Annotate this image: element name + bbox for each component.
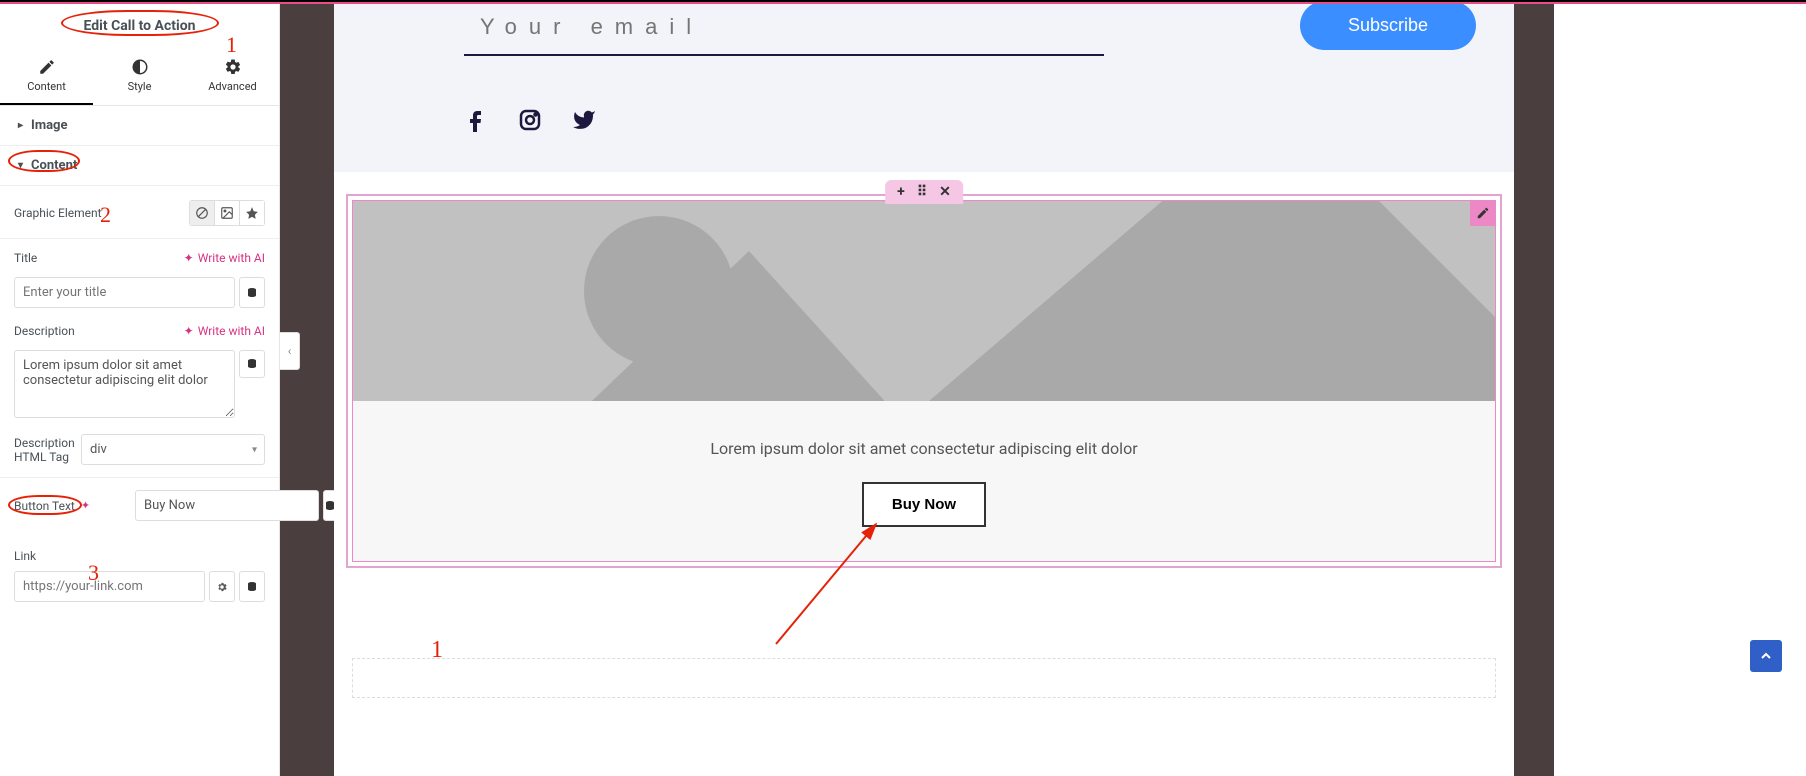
section-image-label: Image xyxy=(31,118,67,133)
database-icon xyxy=(246,580,258,594)
graphic-image-option[interactable] xyxy=(214,200,240,226)
annotation-canvas-1: 1 xyxy=(431,637,443,664)
tab-style-label: Style xyxy=(93,80,186,93)
graphic-element-toggle xyxy=(189,200,265,226)
scroll-to-top-button[interactable] xyxy=(1750,640,1782,672)
database-icon xyxy=(246,286,258,300)
right-gutter xyxy=(1514,4,1554,776)
sidebar-collapse-handle[interactable]: ‹ xyxy=(280,332,300,370)
desc-html-tag-label: Description HTML Tag xyxy=(14,436,81,464)
gear-icon xyxy=(224,58,242,76)
caret-down-icon: ▾ xyxy=(18,160,23,171)
twitter-icon[interactable] xyxy=(572,108,596,132)
cta-placeholder-image xyxy=(353,201,1495,401)
contrast-icon xyxy=(131,58,149,76)
section-image[interactable]: ▸ Image xyxy=(0,106,279,146)
graphic-icon-option[interactable] xyxy=(239,200,265,226)
widget-close-button[interactable]: ✕ xyxy=(939,184,951,200)
link-settings-button[interactable] xyxy=(209,571,235,602)
instagram-icon[interactable] xyxy=(518,108,542,132)
sparkle-icon: ✦ xyxy=(184,251,194,265)
widget-drag-handle[interactable]: ⠿ xyxy=(917,184,927,200)
description-textarea[interactable]: Lorem ipsum dolor sit amet consectetur a… xyxy=(14,350,235,418)
title-input[interactable] xyxy=(14,277,235,308)
link-dynamic-button[interactable] xyxy=(239,571,265,602)
editor-sidebar: Edit Call to Action 1 Content Style Adva… xyxy=(0,4,280,776)
tab-content-label: Content xyxy=(0,80,93,93)
section-content-label: Content xyxy=(31,158,77,173)
placeholder-graphic xyxy=(353,201,1495,401)
pencil-icon xyxy=(38,58,56,76)
widget-toolbar: + ⠿ ✕ xyxy=(885,180,963,204)
tab-style[interactable]: Style xyxy=(93,50,186,105)
annotation-3: 3 xyxy=(88,560,99,586)
title-label: Title xyxy=(14,251,37,265)
write-with-ai-desc[interactable]: ✦ Write with AI xyxy=(184,324,265,338)
graphic-element-label: Graphic Element xyxy=(14,206,102,220)
tab-advanced-label: Advanced xyxy=(186,80,279,93)
widget-add-button[interactable]: + xyxy=(897,184,905,200)
image-icon xyxy=(220,206,234,220)
link-input[interactable] xyxy=(14,571,205,602)
cta-widget-inner: 1 Lorem ipsum dolor sit amet consectetur… xyxy=(352,200,1496,562)
none-icon xyxy=(195,206,209,220)
desc-dynamic-button[interactable] xyxy=(239,350,265,378)
section-content[interactable]: ▾ Content xyxy=(0,146,279,186)
cta-body: 1 Lorem ipsum dolor sit amet consectetur… xyxy=(353,401,1495,561)
star-icon xyxy=(245,206,259,220)
caret-right-icon: ▸ xyxy=(18,120,23,131)
annotation-2: 2 xyxy=(100,202,111,228)
link-label: Link xyxy=(14,549,265,563)
description-label: Description xyxy=(14,324,75,338)
database-icon xyxy=(246,357,258,371)
cta-description: Lorem ipsum dolor sit amet consectetur a… xyxy=(373,439,1475,458)
widget-edit-button[interactable] xyxy=(1470,200,1496,226)
write-with-ai-title[interactable]: ✦ Write with AI xyxy=(184,251,265,265)
button-text-input[interactable] xyxy=(135,490,319,521)
preview-canvas: Subscribe + ⠿ ✕ xyxy=(334,4,1514,776)
gear-icon xyxy=(216,581,228,593)
cta-widget[interactable]: 1 Lorem ipsum dolor sit amet consectetur… xyxy=(346,194,1502,568)
email-input[interactable] xyxy=(464,4,1104,56)
empty-drop-zone[interactable] xyxy=(352,658,1496,698)
sidebar-title: Edit Call to Action xyxy=(0,4,279,50)
sparkle-icon: ✦ xyxy=(184,324,194,338)
facebook-icon[interactable] xyxy=(464,108,488,132)
tab-advanced[interactable]: Advanced xyxy=(186,50,279,105)
pencil-icon xyxy=(1476,206,1490,220)
title-dynamic-button[interactable] xyxy=(239,277,265,308)
graphic-none-option[interactable] xyxy=(189,200,215,226)
sparkle-mini-icon: ✦ xyxy=(81,499,90,512)
social-icons xyxy=(464,108,1384,132)
tab-content[interactable]: Content xyxy=(0,50,93,105)
cta-widget-wrap: + ⠿ ✕ 1 Lorem ipsum dolor s xyxy=(346,194,1502,568)
sidebar-title-text: Edit Call to Action xyxy=(84,18,196,34)
buy-now-button[interactable]: Buy Now xyxy=(862,482,986,527)
button-text-label: Button Text xyxy=(14,499,75,513)
content-section-body: Graphic Element Title ✦ Write with AI xyxy=(0,186,279,622)
sidebar-tabs: Content Style Advanced xyxy=(0,50,279,106)
chevron-up-icon xyxy=(1758,648,1774,664)
subscribe-button[interactable]: Subscribe xyxy=(1300,4,1476,50)
desc-html-tag-select[interactable] xyxy=(81,434,265,465)
newsletter-block: Subscribe xyxy=(334,4,1514,172)
